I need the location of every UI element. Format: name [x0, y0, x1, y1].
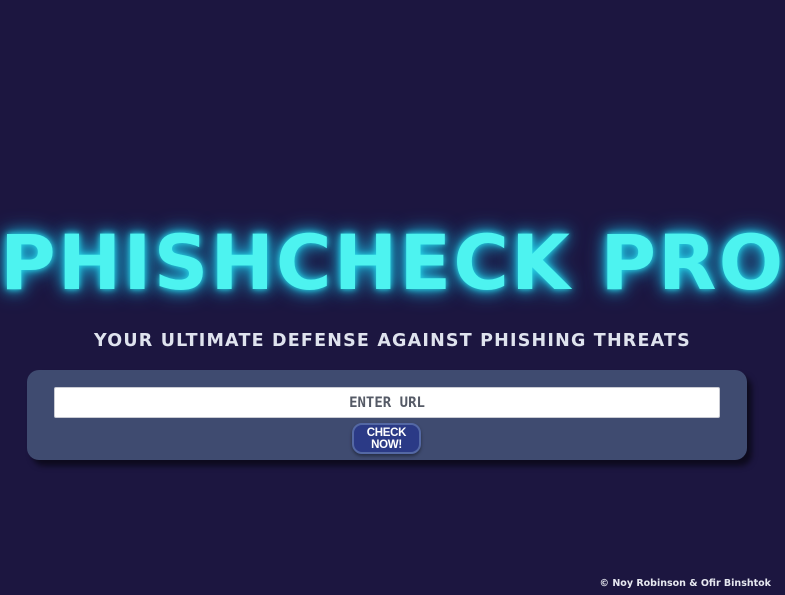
- page-subtitle: YOUR ULTIMATE DEFENSE AGAINST PHISHING T…: [94, 331, 691, 351]
- url-input[interactable]: [54, 387, 720, 418]
- check-now-button[interactable]: CHECK NOW!: [352, 423, 421, 454]
- page: PHISHCHECK PRO YOUR ULTIMATE DEFENSE AGA…: [0, 0, 785, 595]
- url-check-form: CHECK NOW!: [27, 370, 747, 460]
- copyright-footer: © Noy Robinson & Ofir Binshtok: [599, 578, 771, 589]
- page-title: PHISHCHECK PRO: [0, 218, 785, 307]
